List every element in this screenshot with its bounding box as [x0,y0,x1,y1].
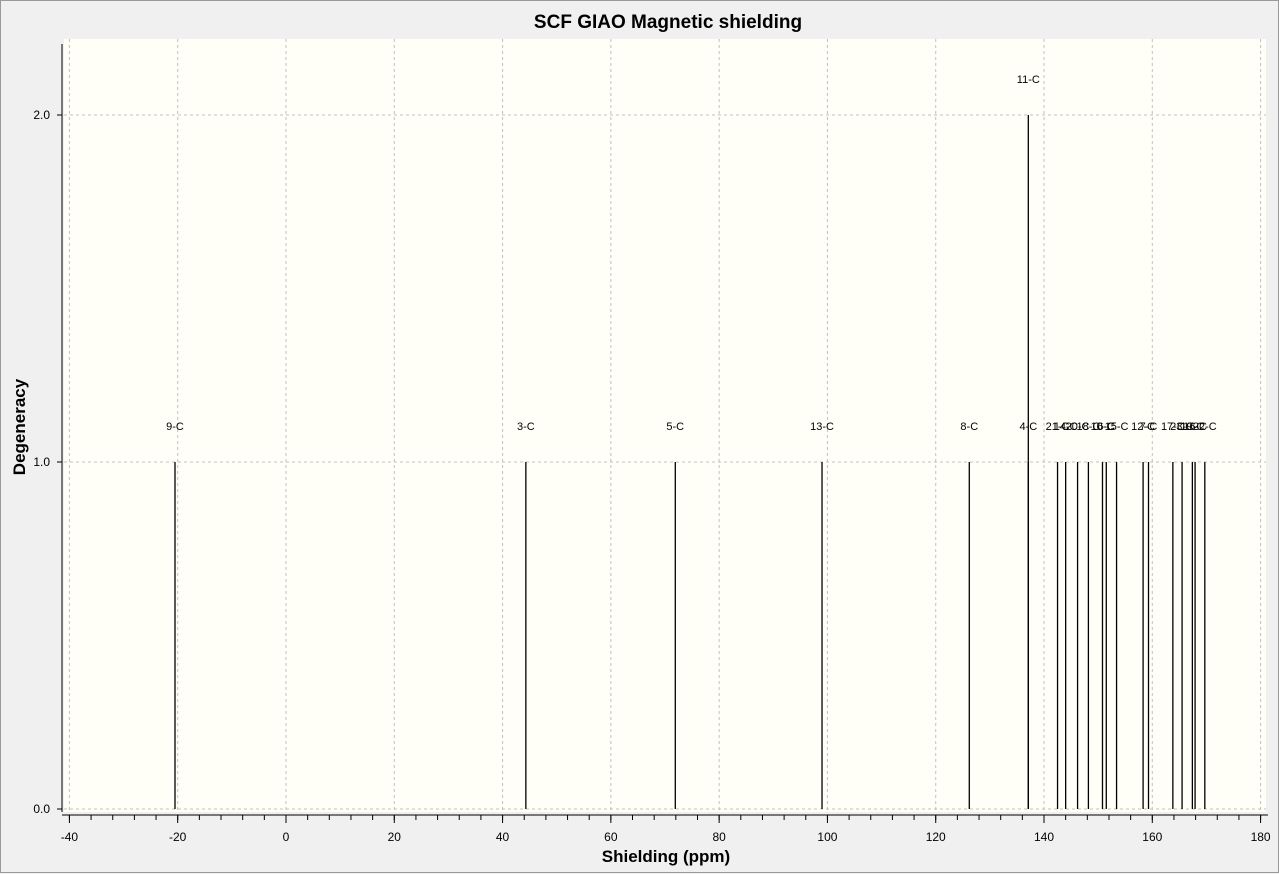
peak-label: 9-C [166,421,184,433]
peak-label: 4-C [1019,421,1037,433]
x-tick-label: 100 [817,830,837,844]
x-tick-label: 160 [1142,830,1162,844]
x-tick-label: -40 [61,830,79,844]
y-tick-label: 0.0 [33,802,50,816]
x-axis-label: Shielding (ppm) [602,847,730,866]
peak-label: 13-C [810,421,834,433]
peak-label: 8-C [960,421,978,433]
peak-label: 7-C [1140,421,1158,433]
chart-svg: -40 -20 0 20 40 60 80 100 120 140 160 1800.01.02.0 … [10,12,1271,866]
peak-label: 22-C [1193,421,1217,433]
chart-title: SCF GIAO Magnetic shielding [534,12,802,33]
x-tick-label: 20 [388,830,402,844]
peak-label: 3-C [517,421,535,433]
x-tick-label: 140 [1034,830,1054,844]
y-axis-label: Degeneracy [10,378,29,475]
x-tick-label: -20 [169,830,187,844]
y-tick-label: 1.0 [33,455,50,469]
peak-label: 15-C [1105,421,1129,433]
x-tick-label: 180 [1251,830,1271,844]
peak-label: 11-C [1017,74,1040,86]
x-tick-label: 0 [283,830,290,844]
x-tick-label: 120 [926,830,946,844]
x-tick-label: 60 [604,830,618,844]
chart-window: -40 -20 0 20 40 60 80 100 120 140 160 180 0.0 1.0 2.0 … [0,0,1279,873]
x-tick-label: 40 [496,830,510,844]
y-tick-label: 2.0 [33,108,50,122]
x-tick-label: 80 [712,830,726,844]
peak-label: 5-C [666,421,684,433]
